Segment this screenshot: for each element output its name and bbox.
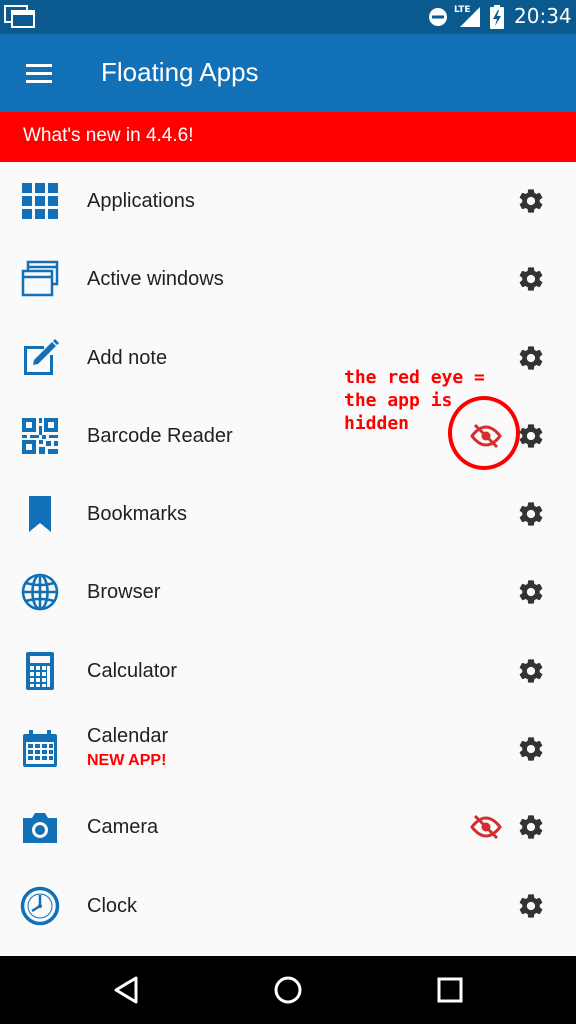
qr-code-icon [22,417,58,454]
app-label: Clock [87,894,138,917]
settings-gear-icon[interactable] [517,344,545,372]
settings-gear-icon[interactable] [517,265,545,293]
list-item-browser[interactable]: Browser [0,553,576,631]
recents-square-icon[interactable] [430,970,470,1010]
clock-icon [20,886,60,925]
battery-charging-icon [490,5,504,29]
list-item-add-note[interactable]: Add note [0,319,576,397]
settings-gear-icon[interactable] [517,500,545,528]
settings-gear-icon[interactable] [517,735,545,763]
settings-gear-icon[interactable] [517,578,545,606]
app-label: Barcode Reader [87,424,233,447]
list-item-clock[interactable]: Clock [0,867,576,945]
app-label: Calculator [87,659,178,682]
clock-time: 20:34 [514,4,572,28]
whats-new-banner[interactable]: What's new in 4.4.6! [0,112,576,162]
app-label: Calendar [87,725,169,748]
status-bar: LTE 20:34 [0,0,576,34]
list-item-calculator[interactable]: Calculator [0,632,576,710]
floating-apps-notification-icon [4,5,35,28]
app-label: Applications [87,190,195,212]
app-label: Browser [87,581,161,604]
system-nav-bar [0,956,576,1024]
settings-gear-icon[interactable] [517,892,545,920]
app-label: Camera [87,816,159,839]
bookmark-icon [29,496,51,533]
app-bar: Floating Apps [0,34,576,112]
app-label: Active windows [87,268,224,291]
settings-gear-icon[interactable] [517,422,545,450]
list-item-applications[interactable]: Applications [0,162,576,240]
whats-new-text: What's new in 4.4.6! [23,125,194,146]
settings-gear-icon[interactable] [517,187,545,215]
settings-gear-icon[interactable] [517,657,545,685]
windows-icon [21,261,59,297]
apps-grid-icon [22,183,58,219]
list-item-calendar[interactable]: Calendar NEW APP! [0,710,576,788]
globe-icon [21,574,59,611]
annotation-circle [448,396,520,470]
app-list: Applications Active windows Add note Bar… [0,162,576,945]
app-label: Add note [87,346,168,369]
list-item-bookmarks[interactable]: Bookmarks [0,475,576,553]
calendar-icon [23,730,57,768]
list-item-camera[interactable]: Camera [0,788,576,866]
back-triangle-icon[interactable] [106,970,146,1010]
cell-signal-icon: LTE [452,5,482,29]
list-item-active-windows[interactable]: Active windows [0,240,576,318]
settings-gear-icon[interactable] [517,813,545,841]
new-app-badge: NEW APP! [87,752,167,770]
do-not-disturb-icon [429,8,447,26]
calculator-icon [26,651,54,690]
page-title: Floating Apps [101,57,259,87]
camera-icon [23,813,57,844]
hamburger-menu-icon[interactable] [18,54,58,94]
edit-note-icon [24,338,59,375]
home-circle-icon[interactable] [268,970,308,1010]
app-label: Bookmarks [87,503,188,526]
hidden-eye-icon[interactable] [470,814,502,840]
